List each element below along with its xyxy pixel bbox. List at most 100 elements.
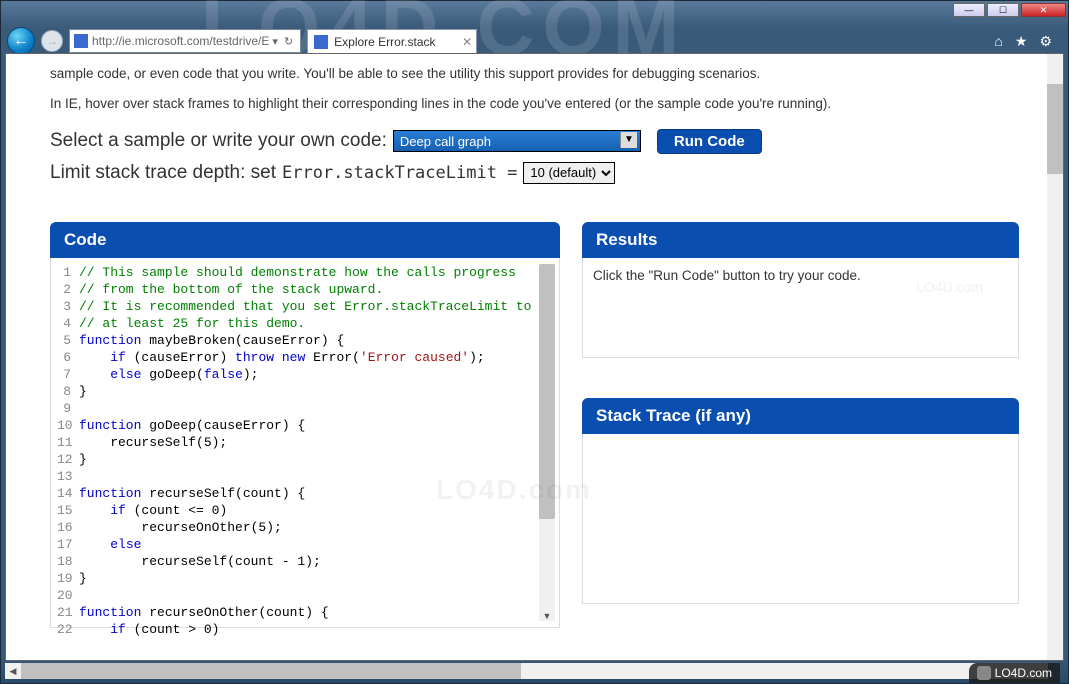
results-panel-header: Results <box>582 222 1019 258</box>
code-content: function recurseOnOther(count) { <box>79 604 329 621</box>
tab-close-icon[interactable]: ✕ <box>462 35 472 49</box>
page-content: LO4D.com LO4D.com LO4D.com sample code, … <box>5 53 1064 661</box>
code-line: 16 recurseOnOther(5); <box>57 519 555 536</box>
line-number: 17 <box>57 536 79 553</box>
line-number: 12 <box>57 451 79 468</box>
line-number: 13 <box>57 468 79 485</box>
browser-tab[interactable]: Explore Error.stack ✕ <box>307 29 477 53</box>
code-scroll-down-icon[interactable]: ▼ <box>539 611 555 621</box>
results-panel-body: Click the "Run Code" button to try your … <box>582 258 1019 358</box>
code-content: function recurseSelf(count) { <box>79 485 305 502</box>
page-horizontal-scroll-thumb[interactable] <box>21 663 521 679</box>
run-code-button[interactable]: Run Code <box>657 129 762 154</box>
line-number: 2 <box>57 281 79 298</box>
code-panel: Code ▲ ▼ 1// This sample should demonstr… <box>50 222 560 628</box>
home-icon[interactable]: ⌂ <box>994 33 1002 50</box>
code-line: 3// It is recommended that you set Error… <box>57 298 555 315</box>
tab-favicon <box>314 35 328 49</box>
code-content: } <box>79 451 87 468</box>
line-number: 14 <box>57 485 79 502</box>
refresh-icon[interactable]: ↻ <box>281 35 296 48</box>
code-content: if (causeError) throw new Error('Error c… <box>79 349 485 366</box>
tab-title: Explore Error.stack <box>334 35 435 49</box>
line-number: 15 <box>57 502 79 519</box>
hscroll-left-arrow-icon[interactable]: ◀ <box>5 663 21 679</box>
watermark-logo-icon <box>977 666 991 680</box>
code-line: 2// from the bottom of the stack upward. <box>57 281 555 298</box>
code-content: if (count <= 0) <box>79 502 227 519</box>
sample-select-label: Select a sample or write your own code: <box>50 130 387 152</box>
code-content: // This sample should demonstrate how th… <box>79 264 516 281</box>
window-minimize-button[interactable]: — <box>953 3 985 17</box>
stack-trace-panel-body <box>582 434 1019 604</box>
watermark-text: LO4D.com <box>995 666 1052 680</box>
code-content: // at least 25 for this demo. <box>79 315 305 332</box>
page-horizontal-scrollbar[interactable]: ◀ ▶ <box>5 663 1048 679</box>
intro-paragraph-1: sample code, or even code that you write… <box>50 64 1019 84</box>
code-line: 21function recurseOnOther(count) { <box>57 604 555 621</box>
line-number: 11 <box>57 434 79 451</box>
forward-button[interactable]: → <box>41 30 63 52</box>
code-lines: 1// This sample should demonstrate how t… <box>55 264 555 638</box>
code-line: 11 recurseSelf(5); <box>57 434 555 451</box>
code-content: // from the bottom of the stack upward. <box>79 281 383 298</box>
site-icon <box>74 34 88 48</box>
results-column: Results Click the "Run Code" button to t… <box>582 222 1019 628</box>
code-content: else goDeep(false); <box>79 366 258 383</box>
line-number: 10 <box>57 417 79 434</box>
code-line: 17 else <box>57 536 555 553</box>
code-content: recurseOnOther(5); <box>79 519 282 536</box>
line-number: 16 <box>57 519 79 536</box>
code-content: recurseSelf(5); <box>79 434 227 451</box>
code-line: 13 <box>57 468 555 485</box>
stack-limit-select[interactable]: 10 (default) <box>523 162 615 184</box>
line-number: 8 <box>57 383 79 400</box>
code-line: 12} <box>57 451 555 468</box>
line-number: 5 <box>57 332 79 349</box>
intro-paragraph-2: In IE, hover over stack frames to highli… <box>50 94 1019 114</box>
code-content: } <box>79 383 87 400</box>
line-number: 1 <box>57 264 79 281</box>
code-line: 15 if (count <= 0) <box>57 502 555 519</box>
url-text: http://ie.microsoft.com/testdrive/E <box>92 34 269 48</box>
stack-trace-panel-header: Stack Trace (if any) <box>582 398 1019 434</box>
address-dropdown-icon[interactable]: ▾ <box>269 35 281 48</box>
code-line: 4// at least 25 for this demo. <box>57 315 555 332</box>
code-content: recurseSelf(count - 1); <box>79 553 321 570</box>
code-content: function maybeBroken(causeError) { <box>79 332 344 349</box>
intro-text: sample code, or even code that you write… <box>50 64 1019 115</box>
tools-icon[interactable]: ⚙ <box>1039 33 1052 50</box>
code-line: 1// This sample should demonstrate how t… <box>57 264 555 281</box>
window-maximize-button[interactable]: ☐ <box>987 3 1019 17</box>
source-watermark: LO4D.com <box>969 663 1060 683</box>
code-line: 7 else goDeep(false); <box>57 366 555 383</box>
code-line: 14function recurseSelf(count) { <box>57 485 555 502</box>
code-content: else <box>79 536 141 553</box>
code-line: 20 <box>57 587 555 604</box>
line-number: 19 <box>57 570 79 587</box>
address-bar[interactable]: http://ie.microsoft.com/testdrive/E ▾ ↻ <box>69 29 301 53</box>
line-number: 20 <box>57 587 79 604</box>
back-button[interactable]: ← <box>7 27 35 55</box>
line-number: 21 <box>57 604 79 621</box>
line-number: 7 <box>57 366 79 383</box>
code-line: 10function goDeep(causeError) { <box>57 417 555 434</box>
code-content: // It is recommended that you set Error.… <box>79 298 531 315</box>
window-titlebar: — ☐ ✕ <box>1 1 1068 25</box>
window-close-button[interactable]: ✕ <box>1021 3 1066 17</box>
code-line: 19} <box>57 570 555 587</box>
limit-code-inline: Error.stackTraceLimit = <box>282 163 517 183</box>
code-editor[interactable]: ▲ ▼ 1// This sample should demonstrate h… <box>50 258 560 628</box>
code-content: if (count > 0) <box>79 621 219 638</box>
line-number: 6 <box>57 349 79 366</box>
code-scrollbar[interactable]: ▲ ▼ <box>539 264 555 621</box>
code-line: 8} <box>57 383 555 400</box>
favorites-icon[interactable]: ★ <box>1015 33 1028 50</box>
code-line: 18 recurseSelf(count - 1); <box>57 553 555 570</box>
code-panel-header: Code <box>50 222 560 258</box>
code-line: 5function maybeBroken(causeError) { <box>57 332 555 349</box>
code-line: 9 <box>57 400 555 417</box>
line-number: 4 <box>57 315 79 332</box>
code-scroll-thumb[interactable] <box>539 264 555 519</box>
sample-select[interactable]: Deep call graph <box>393 130 641 152</box>
